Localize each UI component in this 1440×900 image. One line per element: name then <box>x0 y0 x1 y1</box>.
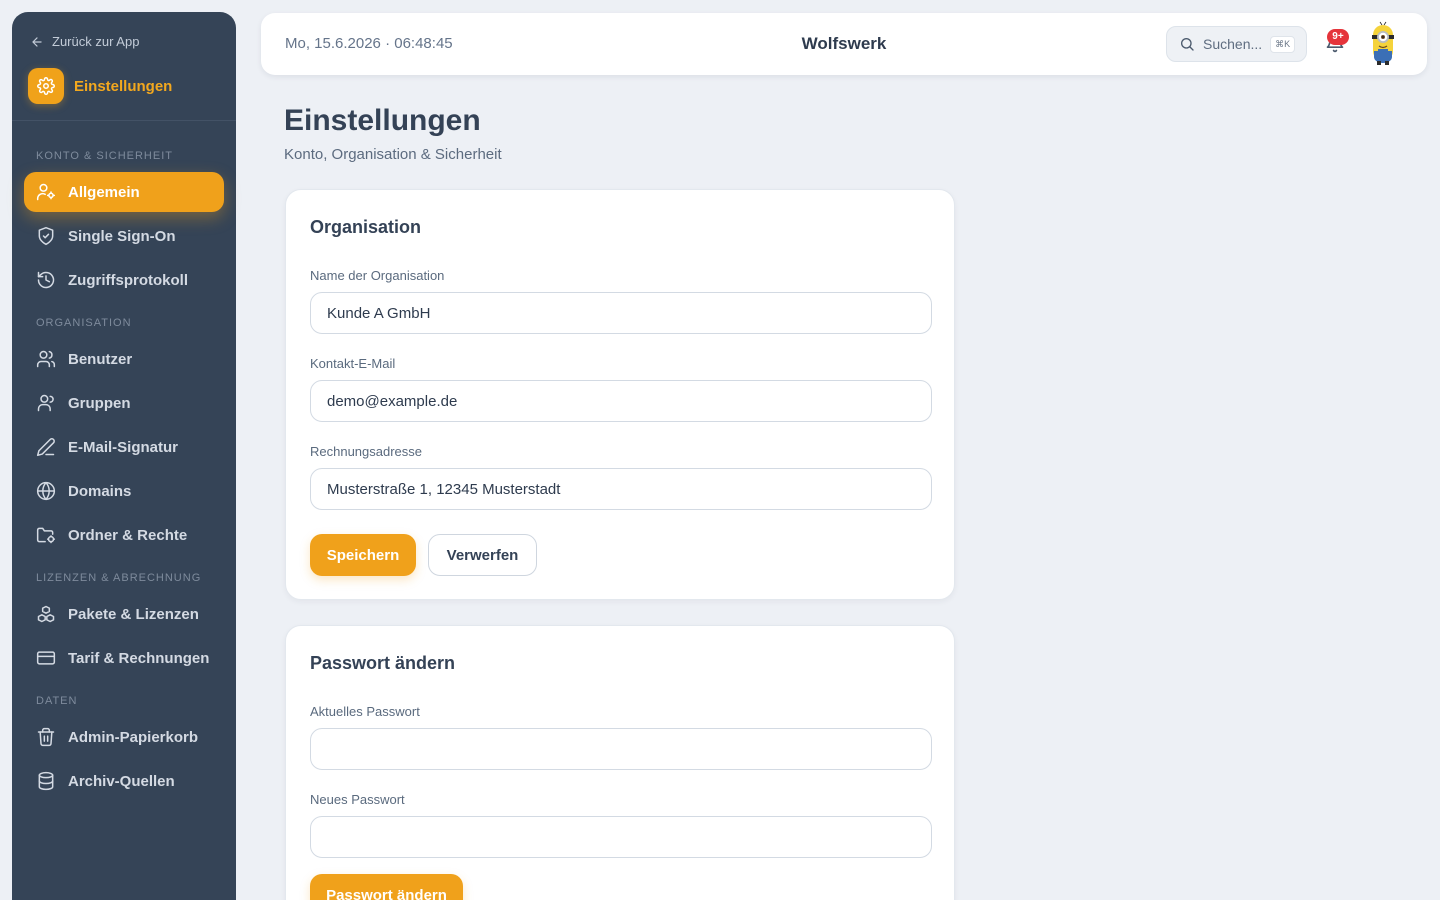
section-label-lizenzen: LIZENZEN & ABRECHNUNG <box>36 572 202 584</box>
sidebar: Zurück zur App Einstellungen KONTO & SIC… <box>12 12 236 900</box>
database-icon <box>38 771 54 791</box>
sidebar-item-benutzer[interactable]: Benutzer <box>24 339 224 379</box>
sidebar-item-label: Gruppen <box>68 394 131 412</box>
page-subtitle: Konto, Organisation & Sicherheit <box>284 146 502 163</box>
save-button[interactable]: Speichern <box>310 534 416 576</box>
sidebar-item-label: Pakete & Lizenzen <box>68 605 199 623</box>
billing-address-label: Rechnungsadresse <box>310 444 423 459</box>
back-to-app-link[interactable]: Zurück zur App <box>30 34 139 49</box>
user-cog-icon <box>36 183 56 201</box>
settings-badge <box>28 68 64 104</box>
discard-button[interactable]: Verwerfen <box>428 534 537 576</box>
sidebar-item-label: Allgemein <box>68 183 140 201</box>
search-placeholder: Suchen... <box>1203 36 1263 52</box>
sidebar-item-allgemein[interactable]: Allgemein <box>24 172 224 212</box>
sidebar-item-sso[interactable]: Single Sign-On <box>24 216 224 256</box>
section-label-daten: DATEN <box>36 695 78 707</box>
sidebar-item-tarif-rechnungen[interactable]: Tarif & Rechnungen <box>24 638 224 678</box>
history-icon <box>37 271 55 289</box>
pen-icon <box>36 438 55 457</box>
users-icon <box>36 350 56 368</box>
new-password-label: Neues Passwort <box>310 792 405 807</box>
sidebar-item-label: Archiv-Quellen <box>68 772 175 790</box>
sidebar-item-label: Ordner & Rechte <box>68 526 188 544</box>
sidebar-item-zugriffsprotokoll[interactable]: Zugriffsprotokoll <box>24 260 224 300</box>
shield-check-icon <box>38 226 54 246</box>
group-icon <box>37 394 54 412</box>
password-card-title: Passwort ändern <box>310 653 456 673</box>
arrow-left-icon <box>32 36 42 47</box>
settings-header: Einstellungen <box>28 68 172 104</box>
billing-address-field[interactable]: Musterstraße 1, 12345 Musterstadt <box>310 468 932 510</box>
sidebar-item-label: Benutzer <box>68 350 133 368</box>
top-header: Mo, 15.6.2026 · 06:48:45 Wolfswerk Suche… <box>261 13 1427 75</box>
search-icon <box>1181 38 1194 51</box>
sidebar-item-ordner-rechte[interactable]: Ordner & Rechte <box>24 515 224 555</box>
folder-lock-icon <box>36 527 56 544</box>
page-title: Einstellungen <box>284 104 481 137</box>
avatar[interactable] <box>1365 21 1401 67</box>
contact-email-label: Kontakt-E-Mail <box>310 356 396 371</box>
search-shortcut-hint: ⌘K <box>1270 35 1296 53</box>
organisation-card-title: Organisation <box>310 217 422 237</box>
section-label-konto: KONTO & SICHERHEIT <box>36 150 173 162</box>
sidebar-item-label: Tarif & Rechnungen <box>68 649 210 667</box>
search-input[interactable]: Suchen... ⌘K <box>1166 26 1307 62</box>
password-card: Passwort ändern Aktuelles Passwort Neues… <box>285 625 955 900</box>
new-password-field[interactable] <box>310 816 932 858</box>
sidebar-item-gruppen[interactable]: Gruppen <box>24 383 224 423</box>
contact-email-field[interactable]: demo@example.de <box>310 380 932 422</box>
sidebar-item-label: Single Sign-On <box>68 227 176 245</box>
sidebar-divider <box>12 120 236 121</box>
sidebar-item-admin-papierkorb[interactable]: Admin-Papierkorb <box>24 717 224 757</box>
sidebar-item-label: Admin-Papierkorb <box>68 728 199 746</box>
organisation-card: Organisation Name der Organisation Kunde… <box>285 189 955 600</box>
section-label-organisation: ORGANISATION <box>36 317 132 329</box>
settings-title: Einstellungen <box>74 77 173 95</box>
sidebar-item-pakete-lizenzen[interactable]: Pakete & Lizenzen <box>24 594 224 634</box>
org-name-field[interactable]: Kunde A GmbH <box>310 292 932 334</box>
sidebar-item-domains[interactable]: Domains <box>24 471 224 511</box>
change-password-button[interactable]: Passwort ändern <box>310 874 463 900</box>
sidebar-item-email-signatur[interactable]: E-Mail-Signatur <box>24 427 224 467</box>
gear-icon <box>37 77 55 95</box>
trash-icon <box>37 727 55 747</box>
sidebar-item-label: Zugriffsprotokoll <box>68 271 188 289</box>
notification-count-badge: 9+ <box>1327 29 1349 45</box>
org-name-label: Name der Organisation <box>310 268 445 283</box>
boxes-icon <box>37 605 55 623</box>
back-link-label: Zurück zur App <box>52 34 140 49</box>
globe-icon <box>36 481 56 501</box>
minion-avatar-icon <box>1372 21 1394 65</box>
sidebar-item-archiv-quellen[interactable]: Archiv-Quellen <box>24 761 224 801</box>
credit-card-icon <box>36 651 56 665</box>
sidebar-item-label: E-Mail-Signatur <box>68 438 179 456</box>
current-password-label: Aktuelles Passwort <box>310 704 420 719</box>
current-password-field[interactable] <box>310 728 932 770</box>
sidebar-item-label: Domains <box>68 482 132 500</box>
